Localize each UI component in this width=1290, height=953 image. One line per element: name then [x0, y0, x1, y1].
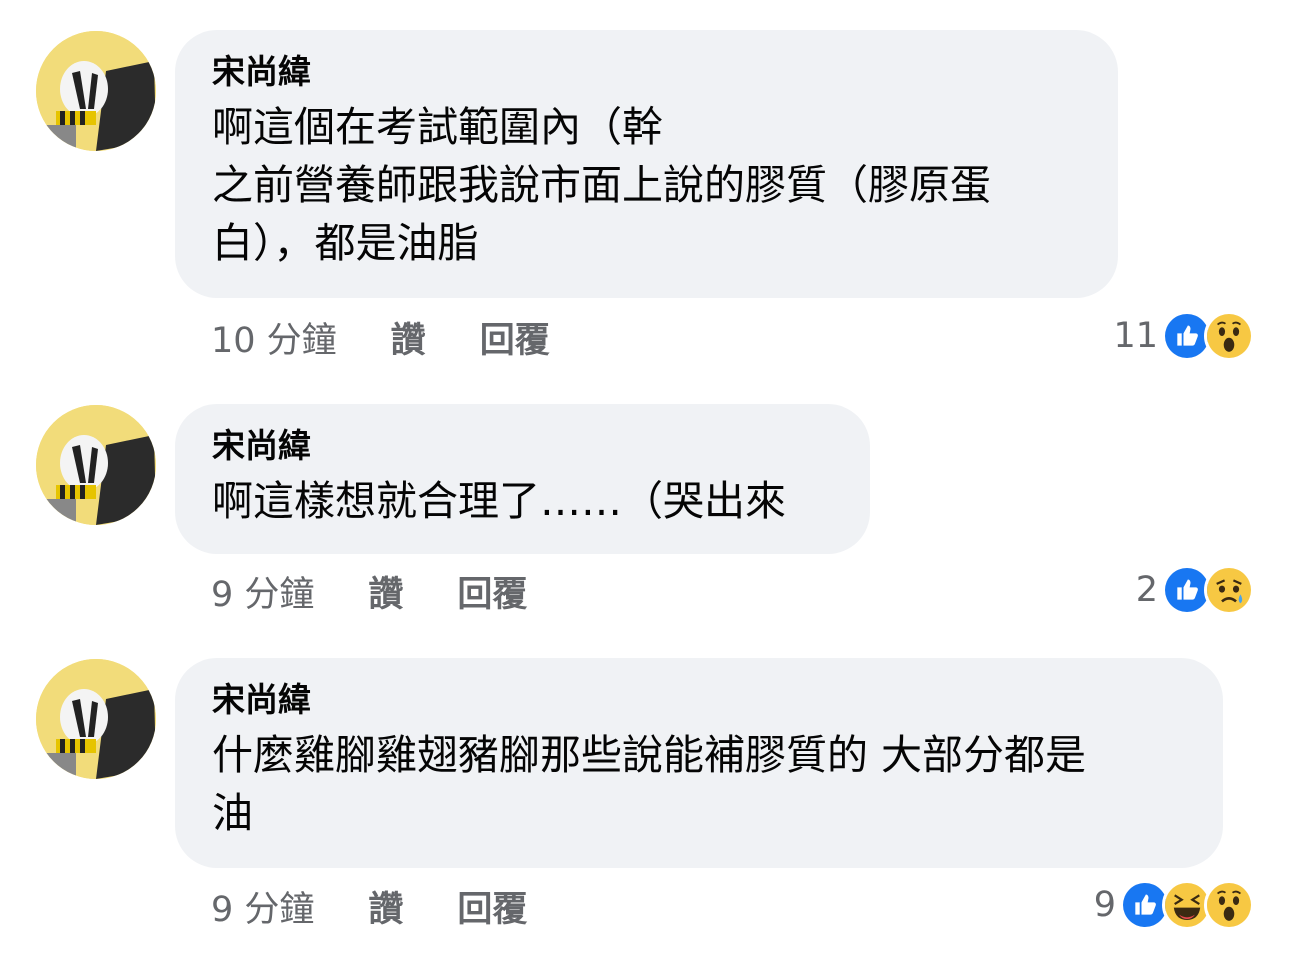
- like-button[interactable]: 讚: [368, 881, 403, 932]
- comment-bubble: 宋尚緯 什麼雞腳雞翅豬腳那些說能補膠質的 大部分都是 油: [175, 658, 1223, 868]
- comment-text: 什麼雞腳雞翅豬腳那些說能補膠質的 大部分都是 油: [212, 726, 1187, 842]
- like-button[interactable]: 讚: [368, 566, 403, 617]
- reaction-count: 11: [1113, 316, 1158, 356]
- comment-text-line: 之前營養師跟我說市面上說的膠質（膠原蛋: [212, 161, 991, 209]
- reply-button[interactable]: 回覆: [480, 312, 550, 363]
- comment-text-line: 油: [212, 789, 253, 837]
- wow-icon: [1204, 880, 1254, 930]
- comment-text-line: 白），都是油脂: [212, 219, 479, 267]
- reply-button[interactable]: 回覆: [457, 566, 527, 617]
- comment-timestamp[interactable]: 10 分鐘: [211, 312, 337, 363]
- sad-icon: [1204, 565, 1254, 615]
- reaction-count: 9: [1093, 885, 1116, 925]
- reaction-summary[interactable]: 2: [1136, 565, 1254, 615]
- avatar[interactable]: [36, 31, 156, 151]
- wow-icon: [1204, 311, 1254, 361]
- comment-author[interactable]: 宋尚緯: [212, 678, 1187, 726]
- avatar[interactable]: [36, 659, 156, 779]
- comment-author[interactable]: 宋尚緯: [212, 50, 1082, 98]
- comment-text-line: 啊這個在考試範圍內（幹: [212, 103, 663, 151]
- comment-meta: 9 分鐘 讚 回覆: [211, 881, 527, 931]
- comment-text-line: 什麼雞腳雞翅豬腳那些說能補膠質的 大部分都是: [212, 731, 1087, 779]
- comment-meta: 9 分鐘 讚 回覆: [211, 566, 527, 616]
- comment-meta: 10 分鐘 讚 回覆: [211, 312, 550, 362]
- reaction-summary[interactable]: 9: [1094, 880, 1254, 930]
- like-button[interactable]: 讚: [391, 312, 426, 363]
- reply-button[interactable]: 回覆: [457, 881, 527, 932]
- comment-timestamp[interactable]: 9 分鐘: [211, 881, 314, 932]
- avatar[interactable]: [36, 405, 156, 525]
- comment-timestamp[interactable]: 9 分鐘: [211, 566, 314, 617]
- comment-text: 啊這樣想就合理了……（哭出來: [212, 472, 834, 530]
- comment-bubble: 宋尚緯 啊這個在考試範圍內（幹 之前營養師跟我說市面上說的膠質（膠原蛋 白），都…: [175, 30, 1118, 298]
- comment-bubble: 宋尚緯 啊這樣想就合理了……（哭出來: [175, 404, 870, 554]
- reaction-summary[interactable]: 11: [1113, 311, 1254, 361]
- comment-author[interactable]: 宋尚緯: [212, 424, 834, 472]
- comment-text: 啊這個在考試範圍內（幹 之前營養師跟我說市面上說的膠質（膠原蛋 白），都是油脂: [212, 98, 1082, 272]
- comment-text-line: 啊這樣想就合理了……（哭出來: [212, 477, 786, 525]
- reaction-count: 2: [1135, 570, 1158, 610]
